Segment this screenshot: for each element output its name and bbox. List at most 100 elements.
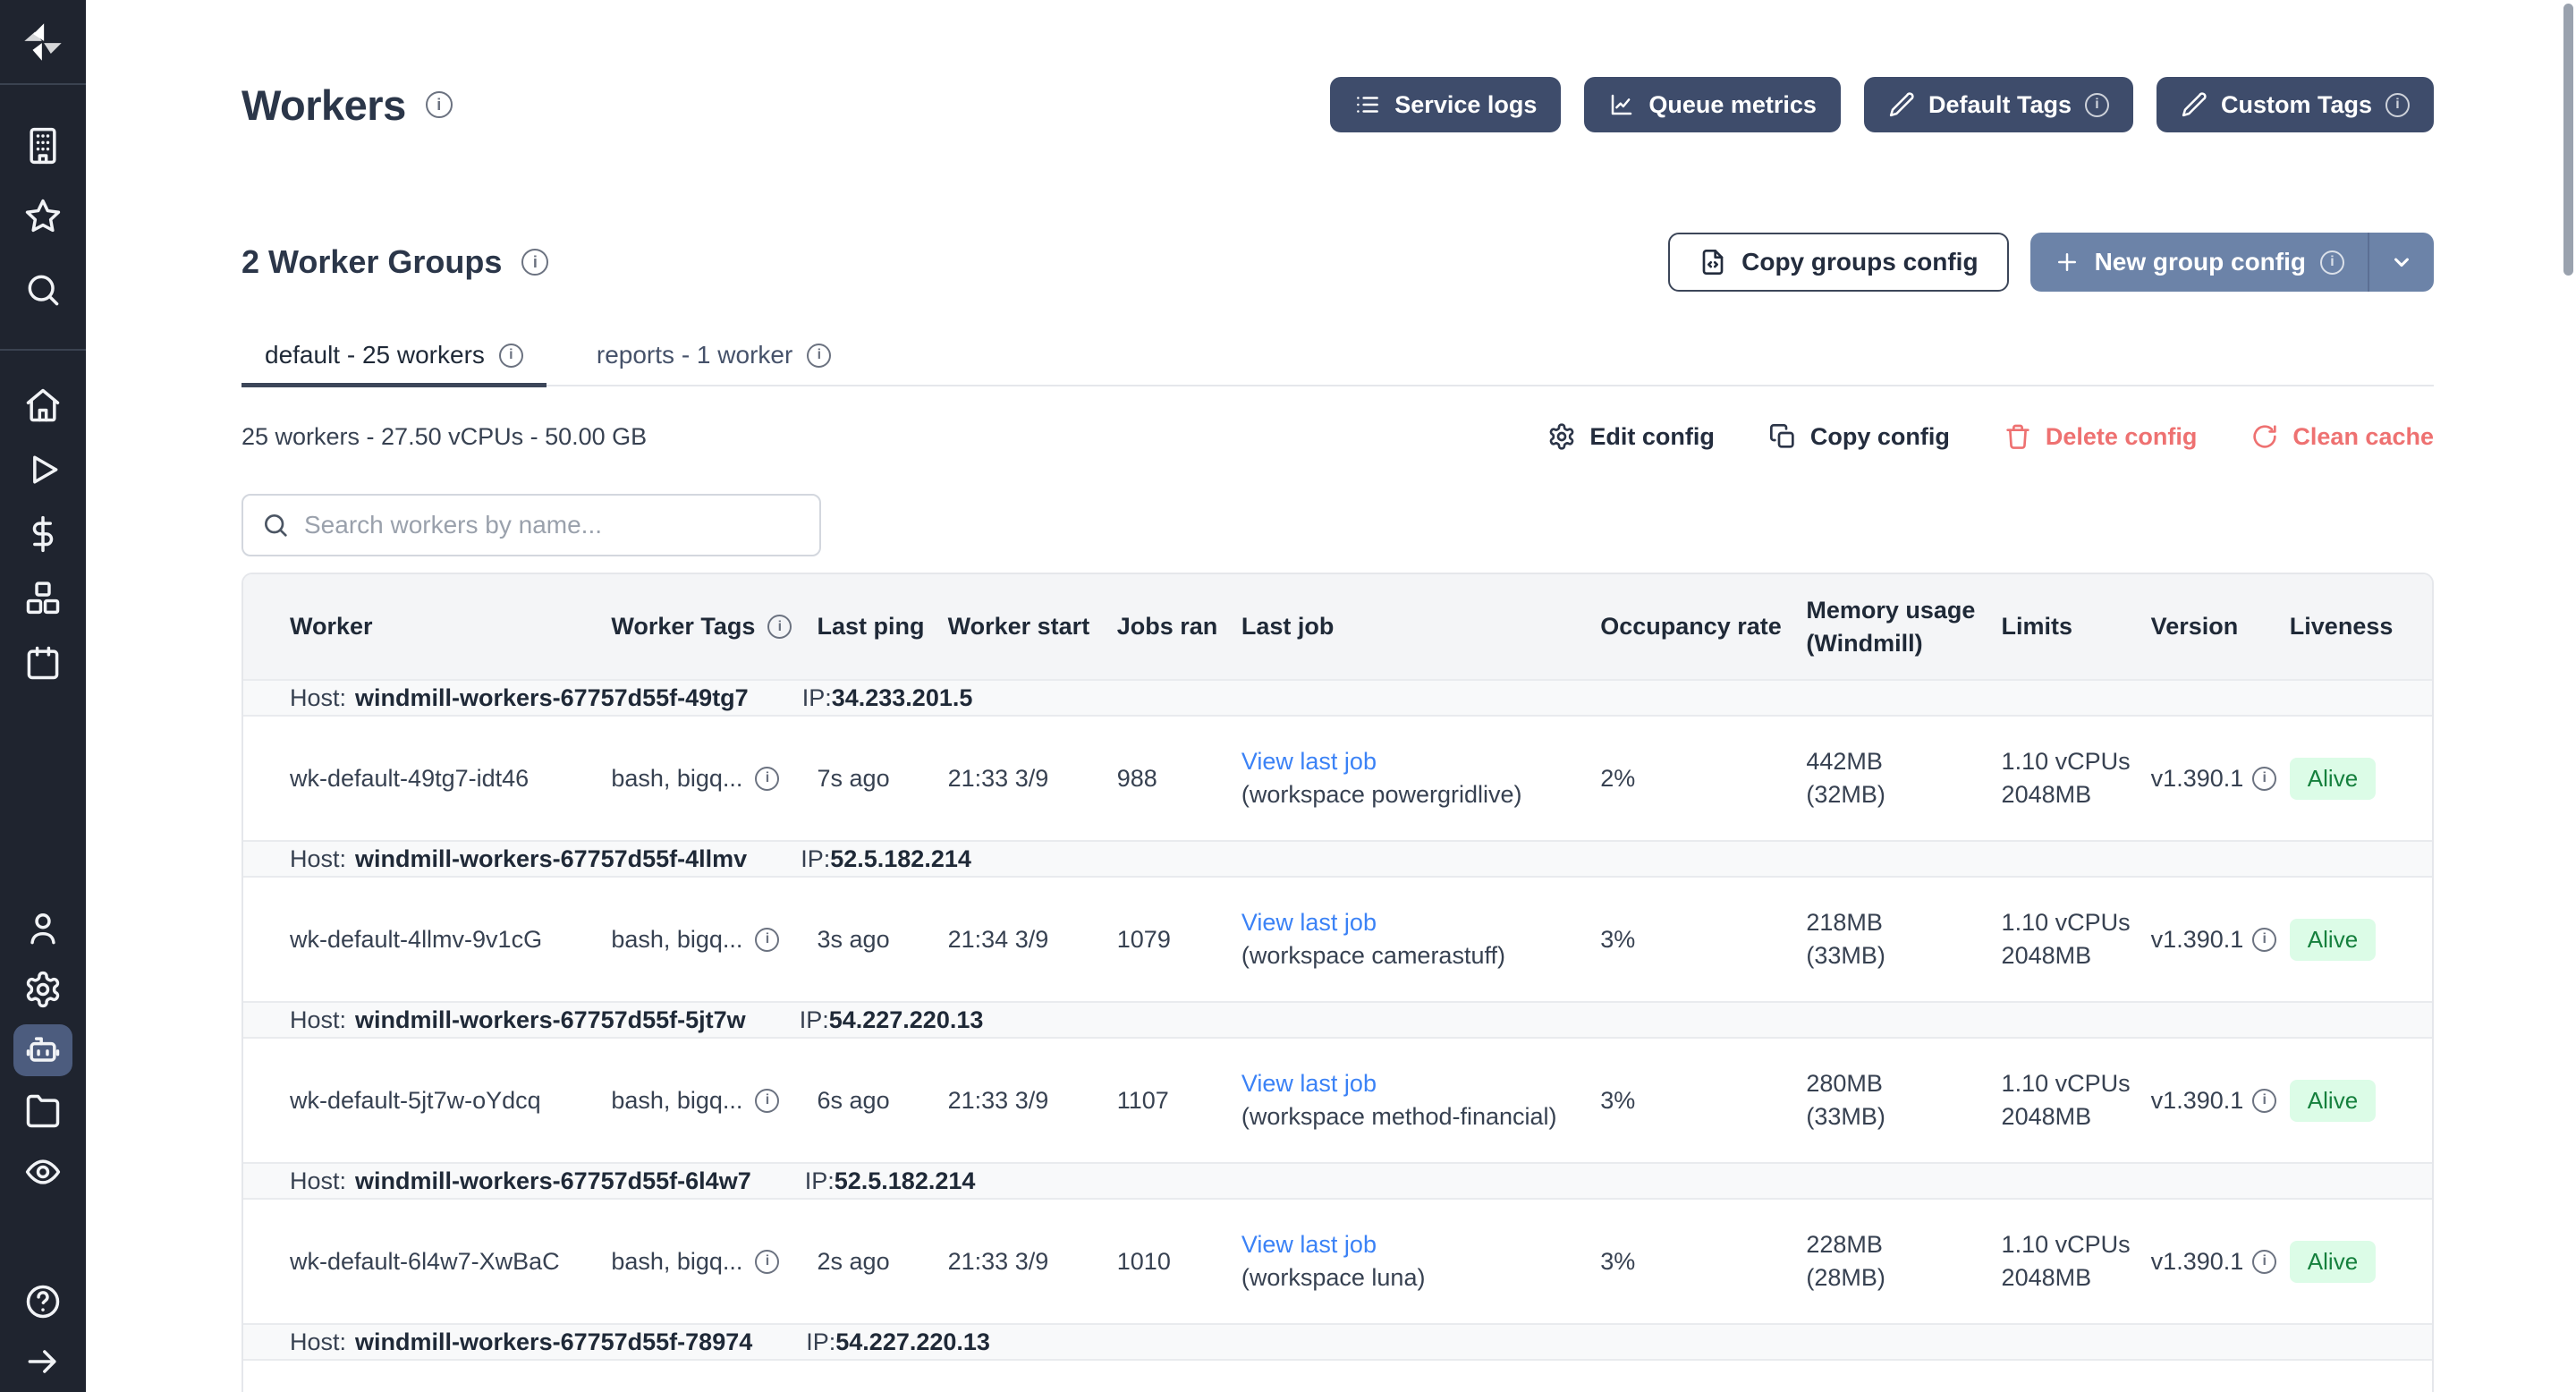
tags-info-icon[interactable] [755, 1089, 779, 1113]
windmill-logo[interactable] [0, 0, 86, 85]
new-group-dropdown-caret[interactable] [2368, 233, 2434, 292]
tab-default[interactable]: default - 25 workers [242, 326, 547, 385]
copy-groups-config-button[interactable]: Copy groups config [1668, 233, 2008, 292]
list-icon [1354, 91, 1381, 118]
play-icon[interactable] [13, 444, 72, 496]
home-icon[interactable] [13, 379, 72, 431]
version-info-icon[interactable] [2252, 767, 2276, 791]
clean-cache-button[interactable]: Clean cache [2250, 422, 2434, 451]
version: v1.390.1 [2151, 1038, 2290, 1163]
jobs-ran: 1079 [1117, 877, 1241, 1002]
memory-usage: 218MB(33MB) [1806, 877, 2001, 1002]
worker-search-input[interactable] [304, 511, 801, 539]
last-job: View last job (workspace method-financia… [1241, 1038, 1600, 1163]
col-worker: Worker [243, 574, 611, 680]
groups-row: 2 Worker Groups Copy groups config New g… [242, 231, 2434, 293]
new-group-config-button[interactable]: New group config [2030, 233, 2434, 292]
new-group-info-icon[interactable] [2320, 250, 2344, 275]
last-job: View last job (workspace powergridlive) [1241, 716, 1600, 841]
tags-info-icon[interactable] [755, 928, 779, 952]
building-icon[interactable] [13, 120, 72, 172]
worker-row: wk-default-6l4w7-XwBaC bash, bigq... 2s … [243, 1199, 2432, 1324]
version: v1.390.1 [2151, 716, 2290, 841]
version-info-icon[interactable] [2252, 928, 2276, 952]
copy-config-button[interactable]: Copy config [1768, 422, 1950, 451]
tab-reports[interactable]: reports - 1 worker [573, 326, 854, 385]
help-icon[interactable] [13, 1276, 72, 1328]
occupancy-rate: 3% [1600, 1199, 1806, 1324]
queue-metrics-button[interactable]: Queue metrics [1584, 77, 1841, 132]
col-version: Version [2151, 574, 2290, 680]
service-logs-button[interactable]: Service logs [1330, 77, 1561, 132]
memory-usage: 442MB(32MB) [1806, 716, 2001, 841]
version-info-icon[interactable] [2252, 1250, 2276, 1274]
worker-name: wk-default-4llmv-9v1cG [243, 877, 611, 1002]
copy-icon [1768, 422, 1797, 451]
version-info-icon[interactable] [2252, 1089, 2276, 1113]
dollar-icon[interactable] [13, 508, 72, 560]
limits: 1.10 vCPUs2048MB [2002, 1038, 2151, 1163]
edit-config-button[interactable]: Edit config [1547, 422, 1714, 451]
jobs-ran: 988 [1117, 716, 1241, 841]
worker-tags: bash, bigq... [611, 716, 817, 841]
delete-config-button[interactable]: Delete config [2004, 422, 2198, 451]
worker-tags: bash, bigq... [611, 1199, 817, 1324]
vertical-scrollbar-thumb[interactable] [2563, 4, 2573, 276]
default-tags-button[interactable]: Default Tags [1864, 77, 2133, 132]
worker-start: 21:33 3/9 [948, 1199, 1117, 1324]
group-summary-row: 25 workers - 27.50 vCPUs - 50.00 GB Edit… [242, 412, 2434, 462]
view-last-job-link[interactable]: View last job [1241, 906, 1600, 939]
worker-row: wk-default-5jt7w-oYdcq bash, bigq... 6s … [243, 1038, 2432, 1163]
star-icon[interactable] [13, 191, 72, 242]
top-actions: Service logs Queue metrics Default Tags … [1330, 77, 2434, 132]
col-last-ping: Last ping [818, 574, 948, 680]
settings-icon[interactable] [13, 963, 72, 1015]
limits: 1.10 vCPUs2048MB [2002, 877, 2151, 1002]
worker-tags: bash, bigq... [611, 1038, 817, 1163]
arrow-right-icon[interactable] [13, 1336, 72, 1388]
host-row: Host: windmill-workers-67757d55f-49tg7 I… [243, 680, 2432, 716]
pen-icon [2181, 91, 2207, 118]
title-row: Workers Service logs Queue metrics Defau… [242, 75, 2434, 134]
alive-badge: Alive [2290, 1080, 2376, 1122]
worker-start: 21:33 3/9 [948, 1038, 1117, 1163]
jobs-ran: 1107 [1117, 1038, 1241, 1163]
groups-info-icon[interactable] [521, 249, 548, 276]
plus-icon [2054, 249, 2080, 276]
view-last-job-link[interactable]: View last job [1241, 745, 1600, 778]
col-last-job: Last job [1241, 574, 1600, 680]
pen-icon [1888, 91, 1915, 118]
view-last-job-link[interactable]: View last job [1241, 1067, 1600, 1100]
calendar-icon[interactable] [13, 637, 72, 689]
jobs-ran: 1010 [1117, 1199, 1241, 1324]
worker-search [242, 494, 821, 556]
custom-tags-info-icon[interactable] [2385, 93, 2410, 117]
gear-icon [1547, 422, 1576, 451]
alive-badge: Alive [2290, 919, 2376, 961]
tab-default-info-icon[interactable] [499, 344, 523, 368]
chart-icon [1608, 91, 1635, 118]
refresh-icon [2250, 422, 2279, 451]
custom-tags-button[interactable]: Custom Tags [2157, 77, 2434, 132]
worker-robot-icon[interactable] [13, 1024, 72, 1076]
boxes-icon[interactable] [13, 573, 72, 624]
tags-info-icon[interactable] [755, 1250, 779, 1274]
col-worker-start: Worker start [948, 574, 1117, 680]
folder-icon[interactable] [13, 1085, 72, 1137]
worker-row: wk-default-4llmv-9v1cG bash, bigq... 3s … [243, 877, 2432, 1002]
file-code-icon [1699, 248, 1727, 276]
eye-icon[interactable] [13, 1146, 72, 1198]
view-last-job-link[interactable]: View last job [1241, 1228, 1600, 1261]
last-ping: 6s ago [818, 1038, 948, 1163]
host-row: Host: windmill-workers-67757d55f-6l4w7 I… [243, 1163, 2432, 1199]
workers-info-icon[interactable] [426, 91, 453, 118]
tags-info-icon[interactable] [755, 767, 779, 791]
default-tags-info-icon[interactable] [2085, 93, 2109, 117]
worker-row [243, 1360, 2432, 1392]
worker-tags-info-icon[interactable] [767, 615, 792, 639]
search-icon[interactable] [13, 264, 72, 316]
alive-badge: Alive [2290, 758, 2376, 800]
tab-reports-info-icon[interactable] [807, 344, 831, 368]
last-job: View last job (workspace camerastuff) [1241, 877, 1600, 1002]
user-icon[interactable] [13, 903, 72, 955]
